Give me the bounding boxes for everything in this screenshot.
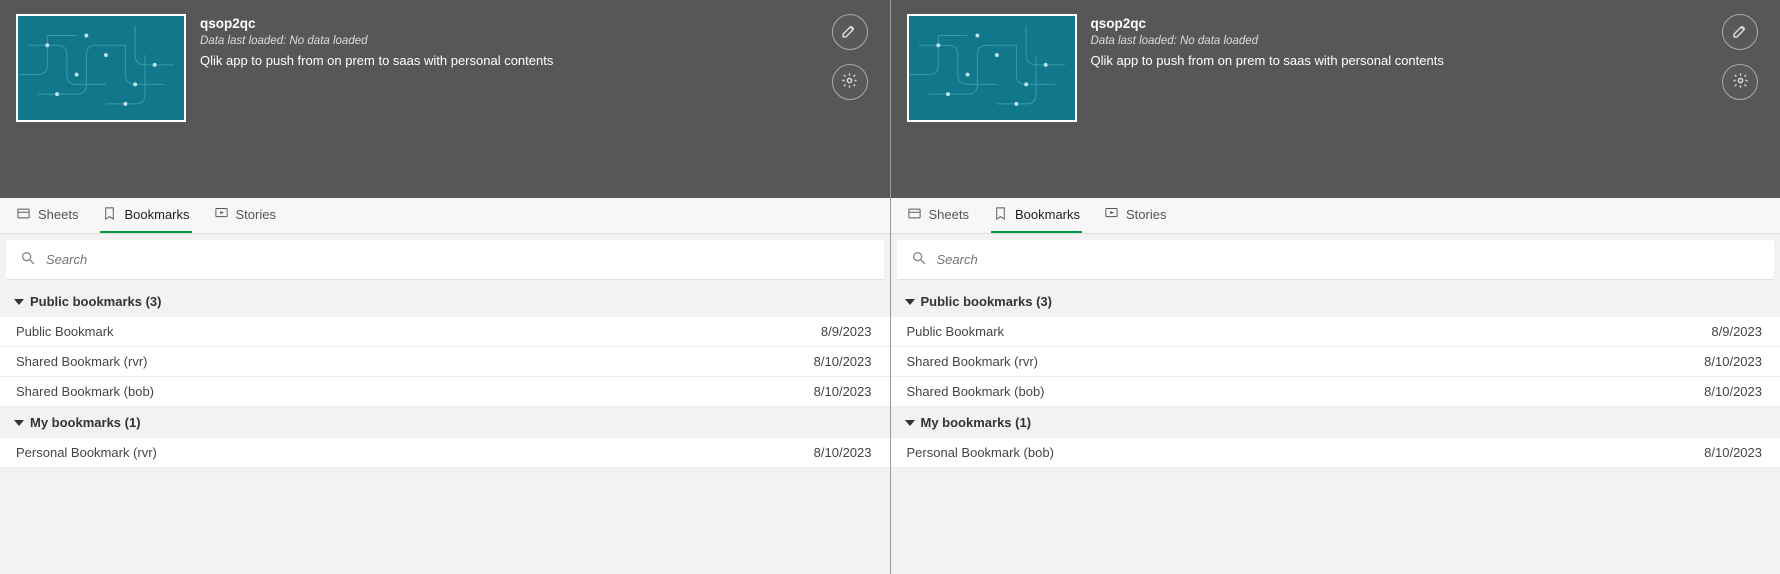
search-input[interactable] bbox=[46, 252, 870, 267]
my-bookmarks-header[interactable]: My bookmarks (1) bbox=[891, 407, 1780, 438]
search-bar bbox=[897, 240, 1775, 280]
app-last-loaded: Data last loaded: No data loaded bbox=[1091, 35, 1709, 47]
chevron-down-icon bbox=[905, 420, 915, 426]
section-title: My bookmarks (1) bbox=[921, 415, 1032, 430]
my-bookmarks-header[interactable]: My bookmarks (1) bbox=[0, 407, 890, 438]
bookmark-date: 8/9/2023 bbox=[821, 324, 872, 339]
bookmark-name: Personal Bookmark (bob) bbox=[907, 445, 1054, 460]
bookmark-icon bbox=[102, 206, 117, 224]
edit-button[interactable] bbox=[1722, 14, 1758, 50]
bookmark-date: 8/10/2023 bbox=[814, 445, 872, 460]
bookmark-date: 8/9/2023 bbox=[1711, 324, 1762, 339]
chevron-down-icon bbox=[14, 299, 24, 305]
bookmark-date: 8/10/2023 bbox=[814, 384, 872, 399]
section-title: Public bookmarks (3) bbox=[30, 294, 161, 309]
bookmark-row[interactable]: Shared Bookmark (bob) 8/10/2023 bbox=[891, 377, 1780, 407]
search-input[interactable] bbox=[937, 252, 1761, 267]
tab-label: Bookmarks bbox=[124, 207, 189, 222]
bookmark-name: Public Bookmark bbox=[907, 324, 1005, 339]
bookmark-name: Public Bookmark bbox=[16, 324, 114, 339]
public-bookmarks-header[interactable]: Public bookmarks (3) bbox=[0, 286, 890, 317]
stories-icon bbox=[214, 206, 229, 224]
header-actions bbox=[1722, 14, 1764, 100]
public-bookmarks-header[interactable]: Public bookmarks (3) bbox=[891, 286, 1780, 317]
app-description: Qlik app to push from on prem to saas wi… bbox=[200, 53, 818, 68]
tab-label: Sheets bbox=[929, 207, 969, 222]
chevron-down-icon bbox=[14, 420, 24, 426]
sheets-icon bbox=[907, 206, 922, 224]
stories-icon bbox=[1104, 206, 1119, 224]
tab-bookmarks[interactable]: Bookmarks bbox=[100, 198, 191, 233]
settings-button[interactable] bbox=[832, 64, 868, 100]
bookmark-name: Shared Bookmark (bob) bbox=[16, 384, 154, 399]
app-header: qsop2qc Data last loaded: No data loaded… bbox=[0, 0, 890, 198]
bookmark-row[interactable]: Personal Bookmark (rvr) 8/10/2023 bbox=[0, 438, 890, 468]
bookmark-name: Personal Bookmark (rvr) bbox=[16, 445, 157, 460]
app-title: qsop2qc bbox=[1091, 16, 1709, 31]
search-bar bbox=[6, 240, 884, 280]
search-icon bbox=[911, 250, 927, 269]
bookmark-row[interactable]: Public Bookmark 8/9/2023 bbox=[0, 317, 890, 347]
bookmark-date: 8/10/2023 bbox=[1704, 384, 1762, 399]
section-title: Public bookmarks (3) bbox=[921, 294, 1052, 309]
app-thumbnail[interactable] bbox=[16, 14, 186, 122]
app-header: qsop2qc Data last loaded: No data loaded… bbox=[891, 0, 1780, 198]
tab-sheets[interactable]: Sheets bbox=[14, 198, 80, 233]
tab-label: Stories bbox=[236, 207, 276, 222]
sheets-icon bbox=[16, 206, 31, 224]
bookmark-name: Shared Bookmark (rvr) bbox=[907, 354, 1038, 369]
pencil-icon bbox=[841, 22, 858, 42]
bookmark-date: 8/10/2023 bbox=[1704, 445, 1762, 460]
pane-1: qsop2qc Data last loaded: No data loaded… bbox=[891, 0, 1780, 574]
bookmark-row[interactable]: Shared Bookmark (rvr) 8/10/2023 bbox=[891, 347, 1780, 377]
chevron-down-icon bbox=[905, 299, 915, 305]
tabs: Sheets Bookmarks Stories bbox=[0, 198, 890, 234]
bookmark-row[interactable]: Shared Bookmark (bob) 8/10/2023 bbox=[0, 377, 890, 407]
search-icon bbox=[20, 250, 36, 269]
tab-label: Bookmarks bbox=[1015, 207, 1080, 222]
app-title: qsop2qc bbox=[200, 16, 818, 31]
bookmark-row[interactable]: Personal Bookmark (bob) 8/10/2023 bbox=[891, 438, 1780, 468]
tab-stories[interactable]: Stories bbox=[1102, 198, 1168, 233]
bookmark-date: 8/10/2023 bbox=[1704, 354, 1762, 369]
tab-label: Stories bbox=[1126, 207, 1166, 222]
bookmark-name: Shared Bookmark (rvr) bbox=[16, 354, 147, 369]
tab-bookmarks[interactable]: Bookmarks bbox=[991, 198, 1082, 233]
edit-button[interactable] bbox=[832, 14, 868, 50]
app-info: qsop2qc Data last loaded: No data loaded… bbox=[1091, 14, 1709, 68]
pencil-icon bbox=[1732, 22, 1749, 42]
bookmark-row[interactable]: Public Bookmark 8/9/2023 bbox=[891, 317, 1780, 347]
tab-sheets[interactable]: Sheets bbox=[905, 198, 971, 233]
section-title: My bookmarks (1) bbox=[30, 415, 141, 430]
bookmark-icon bbox=[993, 206, 1008, 224]
app-description: Qlik app to push from on prem to saas wi… bbox=[1091, 53, 1709, 68]
bookmark-date: 8/10/2023 bbox=[814, 354, 872, 369]
app-info: qsop2qc Data last loaded: No data loaded… bbox=[200, 14, 818, 68]
app-last-loaded: Data last loaded: No data loaded bbox=[200, 35, 818, 47]
bookmark-name: Shared Bookmark (bob) bbox=[907, 384, 1045, 399]
app-thumbnail[interactable] bbox=[907, 14, 1077, 122]
bookmark-row[interactable]: Shared Bookmark (rvr) 8/10/2023 bbox=[0, 347, 890, 377]
settings-button[interactable] bbox=[1722, 64, 1758, 100]
pane-0: qsop2qc Data last loaded: No data loaded… bbox=[0, 0, 891, 574]
gear-icon bbox=[1732, 72, 1749, 92]
tabs: Sheets Bookmarks Stories bbox=[891, 198, 1780, 234]
tab-stories[interactable]: Stories bbox=[212, 198, 278, 233]
header-actions bbox=[832, 14, 874, 100]
tab-label: Sheets bbox=[38, 207, 78, 222]
gear-icon bbox=[841, 72, 858, 92]
